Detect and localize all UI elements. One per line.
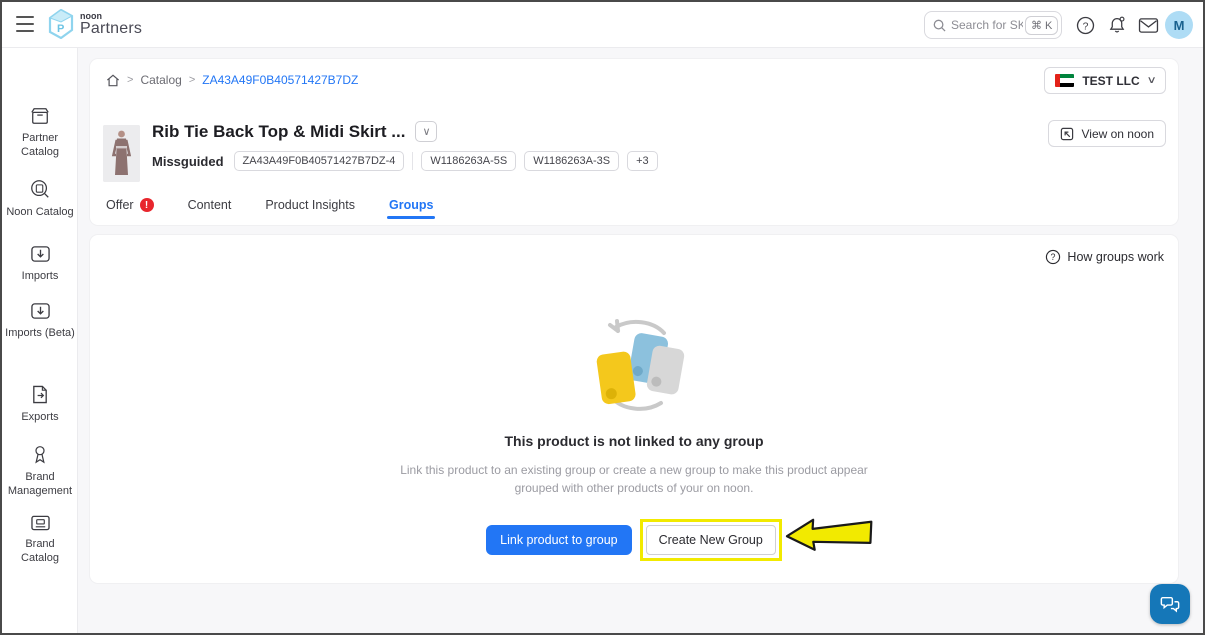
sidebar-label: Brand Management <box>5 470 75 498</box>
sidebar-label: Exports <box>5 410 75 424</box>
uae-flag-icon <box>1055 74 1074 87</box>
link-product-to-group-button[interactable]: Link product to group <box>486 525 631 555</box>
top-bar: P noon Partners ⌘ K ? <box>2 2 1203 48</box>
sidebar-item-brand-management[interactable]: Brand Management <box>2 444 78 498</box>
logo-text-bottom: Partners <box>80 21 142 37</box>
breadcrumb-sku-link[interactable]: ZA43A49F0B40571427B7DZ <box>202 73 358 87</box>
sidebar-item-partner-catalog[interactable]: Partner Catalog <box>2 106 78 159</box>
imports-icon <box>30 244 51 264</box>
annotation-arrow-icon <box>784 517 876 555</box>
chevron-down-icon: ∨ <box>1146 75 1156 86</box>
view-on-noon-button[interactable]: View on noon <box>1048 120 1166 147</box>
view-on-noon-label: View on noon <box>1081 127 1154 141</box>
sidebar-item-imports-beta[interactable]: Imports (Beta) <box>2 301 78 340</box>
divider <box>412 152 413 170</box>
home-icon[interactable] <box>106 74 120 87</box>
empty-state: This product is not linked to any group … <box>90 315 1178 561</box>
sidebar-nav: Partner Catalog Noon Catalog Imports Imp… <box>2 48 78 633</box>
help-icon[interactable]: ? <box>1073 13 1097 37</box>
search-shortcut-badge: ⌘ K <box>1025 16 1058 35</box>
how-groups-work-link[interactable]: ? How groups work <box>1045 249 1164 265</box>
groups-panel: ? How groups work This product is not li… <box>90 235 1178 583</box>
sidebar-label: Imports (Beta) <box>5 326 75 340</box>
svg-text:?: ? <box>1082 21 1088 32</box>
question-circle-icon: ? <box>1045 249 1061 265</box>
breadcrumb-separator: > <box>189 74 195 86</box>
account-name: TEST LLC <box>1082 74 1139 88</box>
breadcrumb: > Catalog > ZA43A49F0B40571427B7DZ <box>106 73 358 87</box>
sidebar-label: Noon Catalog <box>5 205 75 219</box>
product-thumbnail <box>103 125 140 182</box>
hamburger-menu-icon[interactable] <box>16 16 34 32</box>
notifications-bell-icon[interactable] <box>1105 13 1129 37</box>
mail-icon[interactable] <box>1136 13 1160 37</box>
sidebar-item-imports[interactable]: Imports <box>2 244 78 283</box>
sidebar-item-brand-catalog[interactable]: Brand Catalog <box>2 514 78 565</box>
sidebar-label: Imports <box>5 269 75 283</box>
search-icon <box>933 19 946 32</box>
global-search[interactable]: ⌘ K <box>924 11 1062 39</box>
groups-sync-illustration <box>569 315 699 415</box>
product-info: Rib Tie Back Top & Midi Skirt ... ∨ Miss… <box>152 121 658 171</box>
main-content: > Catalog > ZA43A49F0B40571427B7DZ TEST … <box>78 48 1203 633</box>
sidebar-label: Brand Catalog <box>5 537 75 565</box>
chat-bubbles-icon <box>1160 595 1180 613</box>
noon-cube-icon: P <box>48 9 74 39</box>
noon-catalog-icon <box>29 178 51 200</box>
sku-badge[interactable]: W1186263A-5S <box>421 151 516 171</box>
product-brand: Missguided <box>152 154 224 169</box>
sku-badge-more[interactable]: +3 <box>627 151 658 171</box>
sku-badge-main[interactable]: ZA43A49F0B40571427B7DZ-4 <box>234 151 405 171</box>
annotation-highlight-box: Create New Group <box>640 519 782 561</box>
brand-management-icon <box>30 444 50 465</box>
tab-offer[interactable]: Offer ! <box>106 198 154 225</box>
sidebar-label: Partner Catalog <box>5 131 75 159</box>
partner-catalog-icon <box>29 106 51 126</box>
tab-content[interactable]: Content <box>188 198 232 225</box>
offer-alert-badge: ! <box>140 198 154 212</box>
breadcrumb-catalog[interactable]: Catalog <box>140 73 181 87</box>
sku-badge[interactable]: W1186263A-3S <box>524 151 619 171</box>
empty-state-title: This product is not linked to any group <box>505 433 764 449</box>
search-input[interactable] <box>951 18 1023 32</box>
external-link-icon <box>1060 127 1074 141</box>
exports-icon <box>30 384 50 405</box>
svg-text:?: ? <box>1051 252 1056 262</box>
product-header-card: > Catalog > ZA43A49F0B40571427B7DZ TEST … <box>90 59 1178 225</box>
svg-text:P: P <box>57 23 64 35</box>
product-title: Rib Tie Back Top & Midi Skirt ... <box>152 122 405 142</box>
chat-support-button[interactable] <box>1150 584 1190 624</box>
title-expand-chevron[interactable]: ∨ <box>415 121 437 142</box>
product-tabs: Offer ! Content Product Insights Groups <box>106 191 433 225</box>
account-selector[interactable]: TEST LLC ∨ <box>1044 67 1166 94</box>
create-new-group-button[interactable]: Create New Group <box>646 525 776 555</box>
user-avatar[interactable]: M <box>1165 11 1193 39</box>
imports-beta-icon <box>30 301 51 321</box>
empty-state-description: Link this product to an existing group o… <box>384 461 884 497</box>
tab-groups[interactable]: Groups <box>389 198 433 225</box>
breadcrumb-separator: > <box>127 74 133 86</box>
brand-catalog-icon <box>30 514 51 532</box>
sidebar-item-noon-catalog[interactable]: Noon Catalog <box>2 178 78 219</box>
app-window: P noon Partners ⌘ K ? <box>0 0 1205 635</box>
noon-partners-logo[interactable]: P noon Partners <box>48 9 142 39</box>
sidebar-item-exports[interactable]: Exports <box>2 384 78 424</box>
tab-product-insights[interactable]: Product Insights <box>265 198 355 225</box>
